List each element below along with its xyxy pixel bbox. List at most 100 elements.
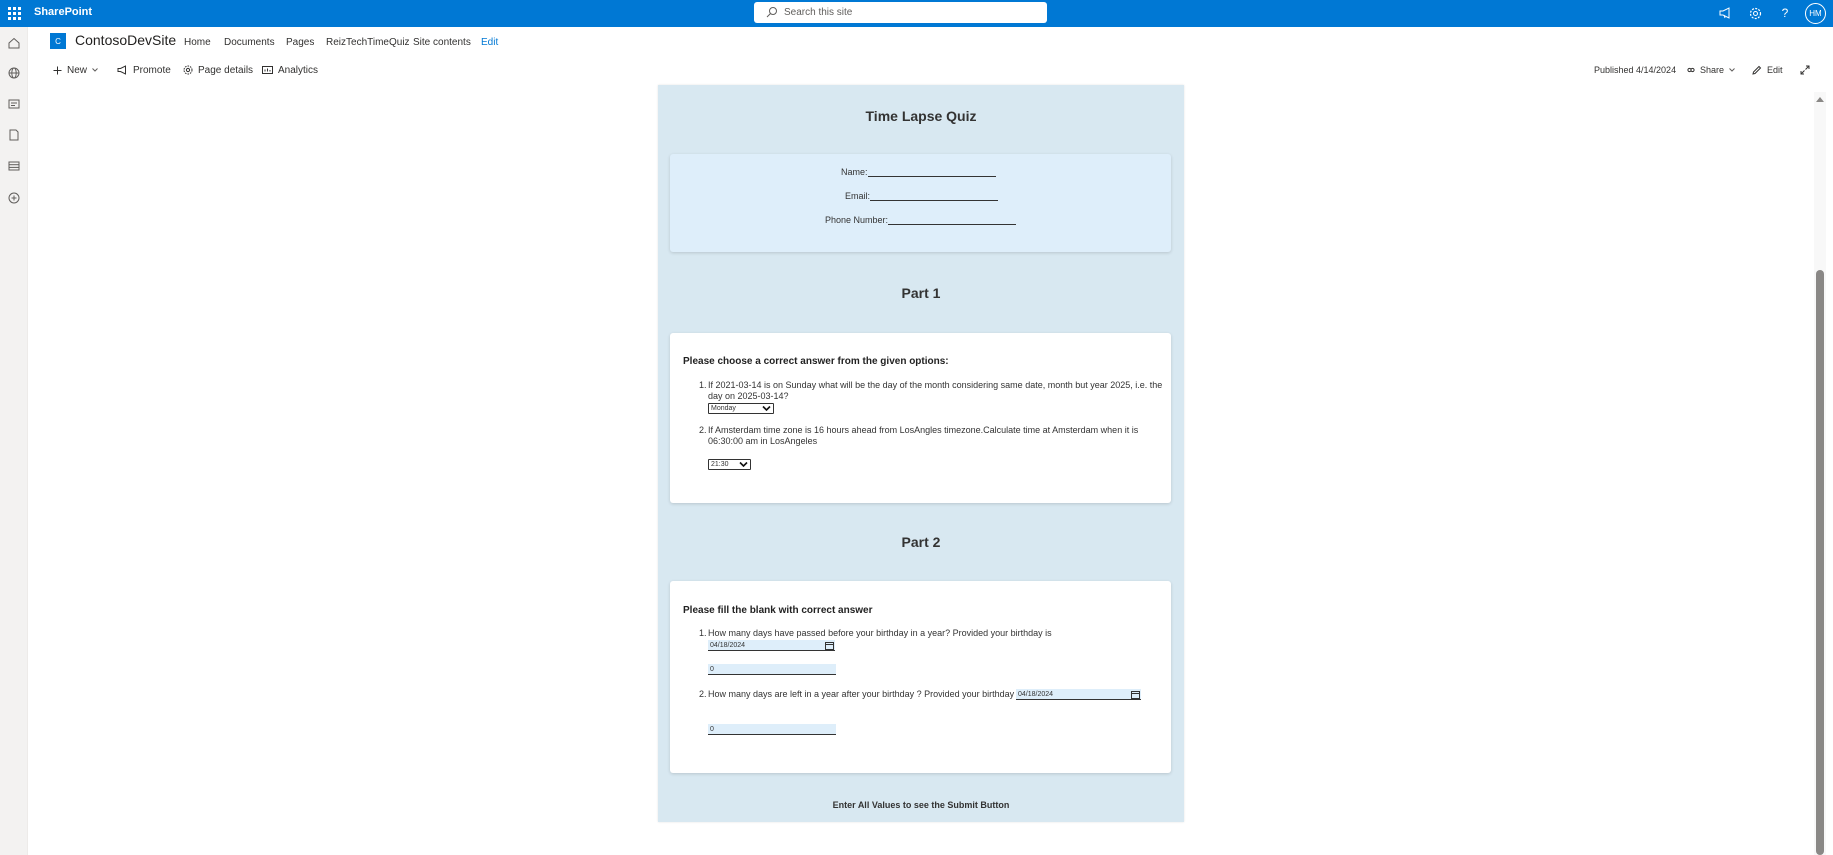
part1-card: Please choose a correct answer from the …	[670, 333, 1171, 503]
name-field[interactable]	[867, 166, 996, 177]
chevron-down-icon	[92, 68, 98, 72]
email-field[interactable]	[870, 190, 999, 201]
search-placeholder: Search this site	[784, 7, 853, 18]
part2-q2-answer-value: 0	[710, 725, 714, 733]
scroll-up-arrow[interactable]	[1816, 97, 1824, 102]
expand-button[interactable]	[1800, 63, 1810, 77]
list-icon[interactable]	[6, 158, 22, 174]
published-status: Published 4/14/2024	[1594, 63, 1676, 77]
page-details-button[interactable]: Page details	[183, 63, 253, 77]
part1-q1-text: If 2021-03-14 is on Sunday what will be …	[708, 380, 1162, 402]
email-label: Email:	[845, 191, 871, 201]
edit-label: Edit	[1767, 65, 1783, 75]
part2-q2-answer-input[interactable]: 0	[708, 724, 836, 735]
part2-q1-answer-input[interactable]: 0	[708, 664, 836, 675]
part1-q2-text: If Amsterdam time zone is 16 hours ahead…	[708, 425, 1138, 447]
part2-q2-number: 2.	[699, 689, 707, 699]
published-label: Published 4/14/2024	[1594, 65, 1677, 75]
part2-q2-date-value: 04/18/2024	[1018, 690, 1054, 698]
nav-site-contents[interactable]: Site contents	[413, 37, 471, 48]
part2-q1-answer-value: 0	[710, 665, 714, 673]
sharepoint-page: SharePoint Search this site ? HM C Conto…	[0, 0, 1833, 855]
page-details-label: Page details	[198, 64, 254, 76]
search-input[interactable]: Search this site	[754, 2, 1047, 23]
search-icon	[766, 7, 777, 18]
edit-button[interactable]: Edit	[1752, 63, 1783, 77]
part1-heading: Please choose a correct answer from the …	[683, 356, 949, 367]
promote-icon	[117, 65, 126, 75]
phone-field-row: Phone Number:	[825, 214, 1017, 225]
app-bar	[0, 27, 28, 855]
nav-home[interactable]: Home	[184, 37, 211, 48]
share-label: Share	[1700, 65, 1725, 75]
gear-icon[interactable]	[1746, 4, 1764, 22]
quiz-title: Time Lapse Quiz	[865, 108, 977, 124]
brand-name[interactable]: SharePoint	[34, 6, 92, 18]
chevron-down-icon	[762, 405, 771, 412]
site-logo[interactable]: C	[50, 33, 66, 49]
quiz-container: Time Lapse Quiz Name: Email: Phone Numbe…	[658, 85, 1184, 822]
new-button[interactable]: New	[53, 63, 98, 77]
part1-q2-select[interactable]: 21:30	[708, 459, 751, 470]
chevron-down-icon	[1729, 68, 1735, 72]
expand-icon	[1800, 65, 1810, 75]
new-label: New	[67, 64, 88, 76]
globe-icon[interactable]	[6, 65, 22, 81]
promote-button[interactable]: Promote	[117, 63, 171, 77]
suite-bar: SharePoint Search this site ? HM	[0, 0, 1833, 27]
part2-q1-date-value: 04/18/2024	[710, 641, 746, 649]
phone-label: Phone Number:	[825, 215, 889, 225]
add-circle-icon[interactable]	[6, 190, 22, 206]
scrollbar-thumb[interactable]	[1816, 270, 1824, 855]
part2-q1-number: 1.	[699, 628, 707, 638]
nav-reiztechtimequiz[interactable]: ReizTechTimeQuiz	[326, 37, 410, 48]
part2-q1-date-input[interactable]: 04/18/2024	[708, 640, 835, 651]
help-icon[interactable]: ?	[1776, 4, 1794, 22]
pencil-icon	[1752, 65, 1762, 75]
settings-icon	[183, 65, 193, 75]
name-field-row: Name:	[841, 166, 996, 177]
email-field-row: Email:	[845, 190, 999, 201]
part1-q1-number: 1.	[699, 380, 707, 390]
part2-q2-text: How many days are left in a year after y…	[708, 689, 1024, 699]
megaphone-icon[interactable]	[1716, 4, 1734, 22]
avatar[interactable]: HM	[1805, 3, 1826, 24]
part1-q2-line2: 06:30:00 am in LosAngeles	[708, 436, 818, 446]
file-icon[interactable]	[6, 127, 22, 143]
site-title[interactable]: ContosoDevSite	[75, 32, 176, 48]
vertical-scrollbar[interactable]	[1814, 92, 1826, 855]
part2-q2-date-input[interactable]: 04/18/2024	[1016, 689, 1141, 700]
promote-label: Promote	[133, 64, 171, 76]
share-button[interactable]: Share	[1687, 63, 1735, 77]
home-icon[interactable]	[6, 35, 22, 51]
calendar-icon[interactable]	[825, 641, 834, 650]
nav-edit-link[interactable]: Edit	[481, 37, 498, 48]
nav-pages[interactable]: Pages	[286, 37, 314, 48]
plus-icon	[53, 66, 62, 74]
part2-heading: Please fill the blank with correct answe…	[683, 605, 873, 616]
part1-q2-selected: 21:30	[711, 461, 729, 468]
part2-q1-text: How many days have passed before your bi…	[708, 628, 1052, 638]
calendar-icon[interactable]	[1131, 690, 1140, 699]
part1-q1-line2: day on 2025-03-14?	[708, 391, 789, 401]
news-icon[interactable]	[6, 96, 22, 112]
waffle-icon[interactable]	[6, 5, 23, 22]
analytics-button[interactable]: Analytics	[262, 63, 318, 77]
share-icon	[1687, 67, 1695, 73]
user-info-card: Name: Email: Phone Number:	[670, 154, 1171, 252]
phone-field[interactable]	[888, 214, 1017, 225]
part1-q1-line1: If 2021-03-14 is on Sunday what will be …	[708, 380, 1163, 390]
part1-q1-selected: Monday	[711, 405, 736, 412]
chevron-down-icon	[739, 461, 748, 468]
analytics-icon	[262, 66, 273, 74]
part1-q2-number: 2.	[699, 425, 707, 435]
name-label: Name:	[841, 167, 868, 177]
part1-q2-line1: If Amsterdam time zone is 16 hours ahead…	[708, 425, 1139, 435]
part1-q1-select[interactable]: Monday	[708, 403, 774, 414]
part1-title: Part 1	[901, 285, 941, 301]
submit-hint: Enter All Values to see the Submit Butto…	[832, 800, 1010, 810]
analytics-label: Analytics	[278, 64, 319, 76]
part2-card: Please fill the blank with correct answe…	[670, 581, 1171, 773]
part2-title: Part 2	[901, 534, 941, 550]
nav-documents[interactable]: Documents	[224, 37, 275, 48]
